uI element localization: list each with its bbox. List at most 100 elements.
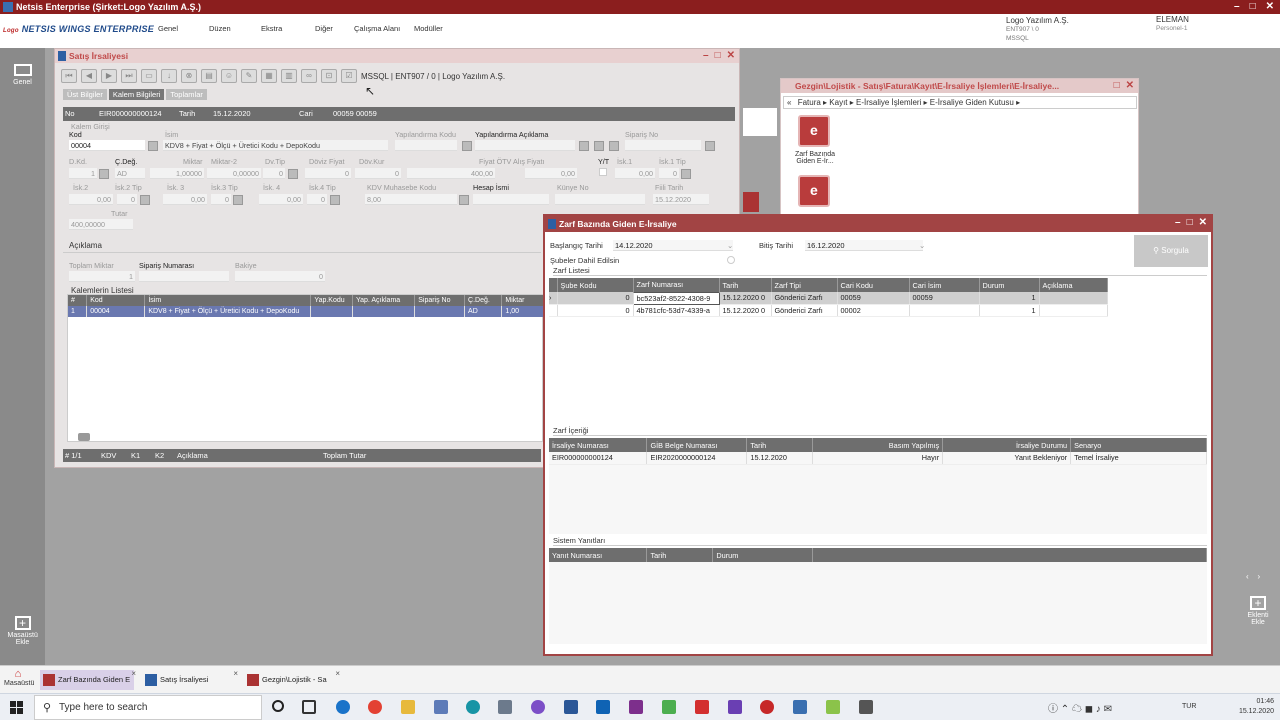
dvtip-lookup-icon[interactable] [288, 169, 298, 179]
chrome-icon[interactable] [368, 700, 382, 714]
app-icon-4[interactable] [531, 700, 545, 714]
column-header[interactable]: Cari İsim [909, 278, 980, 292]
column-header[interactable] [812, 548, 1207, 562]
isk4tip-lookup-icon[interactable] [330, 195, 340, 205]
first-icon[interactable]: ⏮ [61, 69, 77, 83]
folder-icon[interactable]: ▭ [141, 69, 157, 83]
column-header[interactable]: Basım Yapılmış [812, 438, 944, 452]
tab-kalem-bilgileri[interactable]: Kalem Bilgileri [108, 89, 165, 100]
isk2tip-lookup-icon[interactable] [140, 195, 150, 205]
miktar2-input[interactable]: 0,00000 [207, 168, 261, 179]
delete-icon[interactable]: ⊗ [181, 69, 197, 83]
column-header[interactable]: GİB Belge Numarası [646, 438, 748, 452]
menu-genel[interactable]: Genel [158, 24, 178, 33]
column-header[interactable]: Kod [86, 295, 146, 306]
zarf-icon-label[interactable]: Zarf Bazında Giden E-İr... [787, 151, 843, 165]
scroll-arrows[interactable]: ‹ › [1246, 572, 1260, 581]
siparis-numarasi-select[interactable] [139, 271, 229, 282]
dvtip-input[interactable]: 0 [263, 168, 285, 179]
taskbar-search-input[interactable]: ⚲ Type here to search [34, 695, 262, 720]
visual-studio-icon[interactable] [728, 700, 742, 714]
sorgula-button[interactable]: ⚲ Sorgula [1134, 235, 1208, 267]
language-indicator[interactable]: TUR [1182, 703, 1196, 710]
subeler-checkbox[interactable] [727, 256, 735, 264]
app-icon-3[interactable] [498, 700, 512, 714]
column-header[interactable]: Ç.Değ. [464, 295, 503, 306]
close-icon[interactable]: ✕ [1126, 79, 1134, 92]
gear-icon[interactable] [594, 141, 604, 151]
netsis-icon[interactable] [793, 700, 807, 714]
breadcrumb-back[interactable]: « [787, 98, 791, 107]
app-icon-1[interactable] [434, 700, 448, 714]
attach-add-button[interactable]: + Eklenti Ekle [1240, 596, 1276, 626]
explorer-icon[interactable] [401, 700, 415, 714]
maximize-icon[interactable]: □ [1250, 0, 1256, 14]
check-icon[interactable]: ☑ [341, 69, 357, 83]
windows-start-icon[interactable] [10, 701, 23, 714]
isk1tip-input[interactable]: 0 [659, 168, 679, 179]
breadcrumb-eirsaliye[interactable]: E-İrsaliye İşlemleri [856, 98, 921, 107]
siparis-lookup-icon[interactable] [705, 141, 715, 151]
doc-icon[interactable]: ▦ [261, 69, 277, 83]
column-header[interactable]: Açıklama [1039, 278, 1108, 292]
kod-lookup-icon[interactable] [148, 141, 158, 151]
isk3-input[interactable]: 0,00 [163, 194, 207, 205]
column-header[interactable]: Yanıt Numarası [549, 548, 648, 562]
breadcrumb-giden-kutusu[interactable]: E-İrsaliye Giden Kutusu [930, 98, 1014, 107]
kunye-no-input[interactable] [555, 194, 645, 205]
fiili-tarih-input[interactable]: 15.12.2020 [653, 194, 709, 205]
kdv-muh-input[interactable]: 8,00 [365, 194, 457, 205]
baslangic-input[interactable]: 14.12.2020 [613, 240, 733, 251]
isk3tip-input[interactable]: 0 [211, 194, 231, 205]
close-icon[interactable]: × [233, 664, 238, 684]
close-icon[interactable]: ✕ [1199, 216, 1207, 229]
hesap-ismi-input[interactable] [473, 194, 549, 205]
column-header[interactable]: Sipariş No [414, 295, 466, 306]
acrobat-icon[interactable] [695, 700, 709, 714]
column-header[interactable]: Durum [712, 548, 814, 562]
column-header[interactable]: İrsaliye Durumu [942, 438, 1072, 452]
isk1-input[interactable]: 0,00 [615, 168, 655, 179]
kod-input[interactable]: 00004 [69, 140, 145, 151]
column-header[interactable]: Durum [979, 278, 1040, 292]
link-icon[interactable]: ∞ [301, 69, 317, 83]
app-tab-satis[interactable]: Satış İrsaliyesi × [142, 669, 238, 690]
settings-icon[interactable] [579, 141, 589, 151]
breadcrumb-kayit[interactable]: Kayıt [829, 98, 847, 107]
menu-ekstra[interactable]: Ekstra [261, 24, 282, 33]
table-row[interactable]: 1 00004 KDV8 + Fiyat + Ölçü + Üretici Kodu… [68, 306, 544, 317]
column-header[interactable]: Zarf Tipi [771, 278, 838, 292]
task-view-icon[interactable] [302, 700, 316, 714]
menu-diger[interactable]: Diğer [315, 24, 333, 33]
menu-calisma-alani[interactable]: Çalışma Alanı [354, 24, 400, 33]
dkd-lookup-icon[interactable] [99, 169, 109, 179]
kdv-lookup-icon[interactable] [459, 195, 469, 205]
column-header[interactable]: Yap.Kodu [310, 295, 353, 306]
isk2tip-input[interactable]: 0 [117, 194, 137, 205]
print-icon[interactable]: ▥ [281, 69, 297, 83]
e-irsaliye-icon-2[interactable] [798, 175, 830, 207]
tab-toplamlar[interactable]: Toplamlar [166, 89, 207, 100]
desktop-add-button[interactable]: + Masaüstü Ekle [0, 616, 45, 646]
masaustu-button[interactable]: ⌂ Masaüstü [4, 668, 34, 687]
close-icon[interactable]: ✕ [1266, 0, 1274, 14]
e-irsaliye-icon[interactable] [798, 115, 830, 147]
chevron-down-icon[interactable]: ⌄ [727, 241, 733, 250]
otv-input[interactable]: 0,00 [525, 168, 577, 179]
column-header[interactable]: İsim [144, 295, 312, 306]
app-icon-5[interactable] [662, 700, 676, 714]
maximize-icon[interactable]: □ [715, 49, 721, 62]
dx-icon[interactable] [760, 700, 774, 714]
menu-duzen[interactable]: Düzen [209, 24, 231, 33]
outlook-icon[interactable] [596, 700, 610, 714]
list-icon[interactable] [609, 141, 619, 151]
siparis-no-input[interactable] [625, 140, 701, 151]
column-header[interactable]: Şube Kodu [557, 278, 634, 292]
close-icon[interactable]: × [335, 664, 340, 684]
prev-icon[interactable]: ◀ [81, 69, 97, 83]
word-icon[interactable] [564, 700, 578, 714]
isk1tip-lookup-icon[interactable] [681, 169, 691, 179]
genel-button[interactable]: Genel [0, 64, 45, 86]
isk3tip-lookup-icon[interactable] [233, 195, 243, 205]
column-header[interactable]: İrsaliye Numarası [549, 438, 648, 452]
